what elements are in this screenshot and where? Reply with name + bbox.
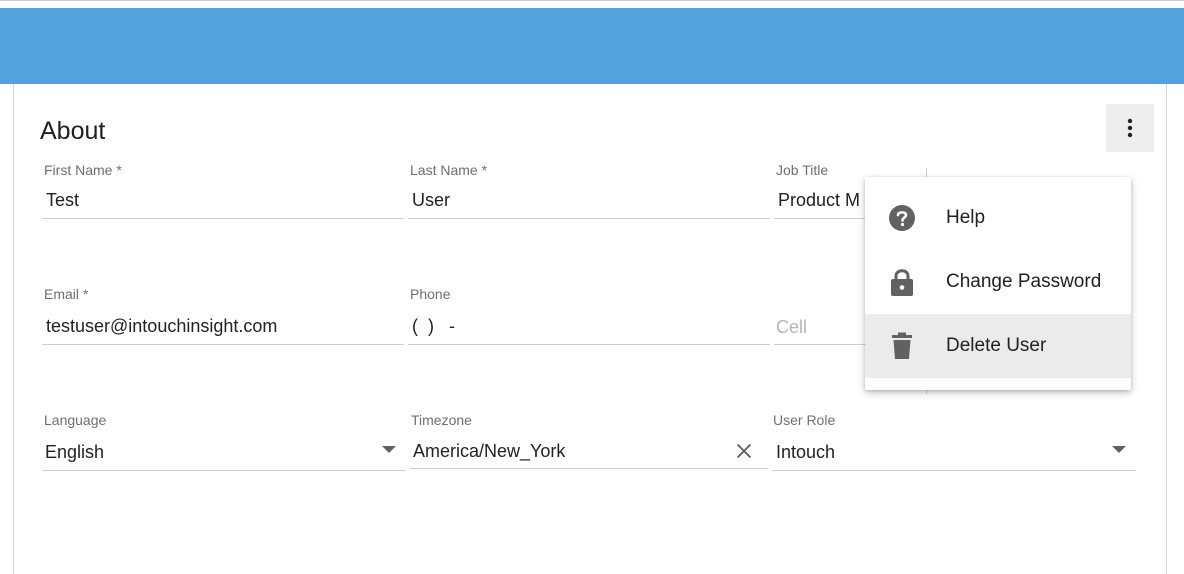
phone-value: ( ) -: [412, 316, 455, 336]
phone-field[interactable]: Phone ( ) -: [408, 286, 770, 346]
last-name-underline: [408, 218, 770, 219]
user-role-label: User Role: [773, 412, 836, 428]
menu-item-help[interactable]: Help: [865, 186, 1131, 250]
language-underline: [42, 470, 406, 471]
menu-item-label: Delete User: [946, 335, 1047, 356]
user-role-select[interactable]: User Role Intouch: [772, 412, 1136, 472]
menu-item-label: Change Password: [946, 271, 1102, 292]
more-options-button[interactable]: [1106, 104, 1154, 152]
timezone-underline: [410, 468, 768, 469]
last-name-value: User: [412, 190, 451, 210]
email-value: testuser@intouchinsight.com: [46, 316, 278, 336]
language-select[interactable]: Language English: [42, 412, 406, 472]
user-role-underline: [772, 470, 1136, 471]
timezone-value: America/New_York: [413, 441, 566, 461]
trash-icon: [888, 332, 916, 360]
job-title-value: Product M: [778, 190, 861, 210]
timezone-label: Timezone: [411, 412, 472, 428]
first-name-value: Test: [46, 190, 80, 210]
job-title-underline: [774, 218, 866, 219]
user-role-value: Intouch: [776, 442, 836, 462]
menu-item-delete-user[interactable]: Delete User: [865, 314, 1131, 378]
email-underline: [42, 344, 404, 345]
job-title-field[interactable]: Job Title Product M: [774, 162, 866, 219]
phone-label: Phone: [410, 286, 451, 302]
phone-underline: [408, 344, 770, 345]
first-name-underline: [42, 218, 404, 219]
last-name-field[interactable]: Last Name * User: [408, 162, 770, 219]
user-role-dropdown-arrow-icon: [1112, 446, 1126, 453]
clear-icon[interactable]: [733, 440, 755, 462]
language-label: Language: [44, 412, 107, 428]
language-dropdown-arrow-icon: [382, 446, 396, 453]
job-title-label: Job Title: [776, 162, 829, 178]
cell-underline: [774, 344, 866, 345]
top-border: [0, 0, 1184, 8]
help-icon: [888, 204, 916, 232]
overflow-menu: Help Change Password Delete User: [865, 177, 1131, 390]
email-label: Email *: [44, 286, 89, 302]
cell-placeholder: Cell: [776, 317, 808, 337]
app-header-bar: [0, 8, 1184, 84]
first-name-field[interactable]: First Name * Test: [42, 162, 404, 219]
cell-field[interactable]: Cell: [774, 286, 866, 346]
first-name-label: First Name *: [44, 162, 122, 178]
email-field[interactable]: Email * testuser@intouchinsight.com: [42, 286, 404, 346]
more-vert-icon: [1127, 118, 1133, 138]
timezone-field[interactable]: Timezone America/New_York: [410, 412, 768, 470]
section-title: About: [40, 117, 106, 145]
language-value: English: [45, 442, 105, 462]
lock-icon: [888, 268, 916, 296]
last-name-label: Last Name *: [410, 162, 488, 178]
menu-item-change-password[interactable]: Change Password: [865, 250, 1131, 314]
menu-item-label: Help: [946, 207, 986, 228]
